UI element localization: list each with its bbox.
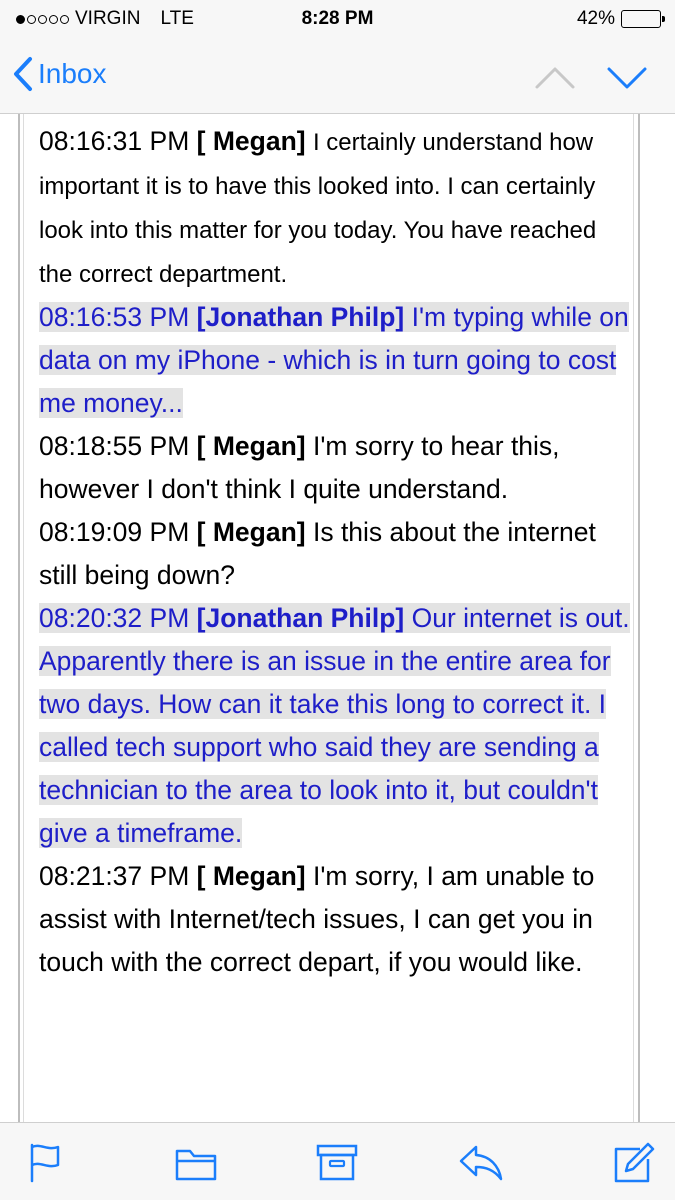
- frame-border-right-inner: [633, 114, 634, 1122]
- message-timestamp: 08:20:32 PM: [39, 603, 190, 633]
- nav-bar: Inbox: [0, 40, 675, 114]
- message-sender: [ Megan]: [196, 431, 306, 461]
- chat-message-customer: 08:16:53 PM [Jonathan Philp] I'm typing …: [37, 296, 631, 425]
- message-sender: [ Megan]: [196, 861, 306, 891]
- chevron-down-icon[interactable]: [606, 60, 648, 94]
- back-label: Inbox: [38, 58, 107, 89]
- message-timestamp: 08:16:53 PM: [39, 302, 190, 332]
- message-timestamp: 08:21:37 PM: [39, 861, 190, 891]
- archive-icon[interactable]: [314, 1141, 360, 1185]
- message-timestamp: 08:18:55 PM: [39, 431, 190, 461]
- battery-icon: [621, 10, 665, 28]
- frame-border-right: [638, 114, 640, 1122]
- message-timestamp: 08:16:31 PM: [39, 126, 190, 156]
- chevron-up-icon[interactable]: [534, 60, 576, 94]
- message-timestamp: 08:19:09 PM: [39, 517, 190, 547]
- frame-border-left: [18, 114, 20, 1122]
- email-body[interactable]: 08:16:31 PM [ Megan] I certainly underst…: [0, 114, 675, 1122]
- chat-message-agent: 08:21:37 PM [ Megan] I'm sorry, I am una…: [37, 855, 631, 984]
- message-sender: [Jonathan Philp]: [196, 302, 405, 332]
- chat-message-agent: 08:16:31 PM [ Megan] I certainly underst…: [37, 120, 631, 296]
- bottom-toolbar: [0, 1122, 675, 1200]
- message-sender: [ Megan]: [196, 126, 306, 156]
- message-sender: [Jonathan Philp]: [196, 603, 405, 633]
- status-time: 8:28 PM: [301, 8, 374, 29]
- chevron-left-icon: [14, 57, 32, 91]
- folder-icon[interactable]: [173, 1141, 219, 1185]
- battery-percent: 42%: [576, 8, 615, 29]
- back-to-inbox-button[interactable]: Inbox: [12, 56, 107, 92]
- message-text: Our internet is out. Apparently there is…: [39, 603, 630, 848]
- reply-icon[interactable]: [458, 1141, 504, 1185]
- chat-transcript: 08:16:31 PM [ Megan] I certainly underst…: [37, 120, 631, 984]
- frame-border-left-inner: [23, 114, 24, 1122]
- chat-message-customer: 08:20:32 PM [Jonathan Philp] Our interne…: [37, 597, 631, 855]
- chat-message-agent: 08:18:55 PM [ Megan] I'm sorry to hear t…: [37, 425, 631, 511]
- compose-icon[interactable]: [610, 1141, 656, 1185]
- status-bar: VIRGIN LTE 8:28 PM 42%: [0, 0, 675, 40]
- message-sender: [ Megan]: [196, 517, 306, 547]
- battery-status: 42%: [576, 8, 665, 30]
- flag-icon[interactable]: [22, 1141, 68, 1185]
- chat-message-agent: 08:19:09 PM [ Megan] Is this about the i…: [37, 511, 631, 597]
